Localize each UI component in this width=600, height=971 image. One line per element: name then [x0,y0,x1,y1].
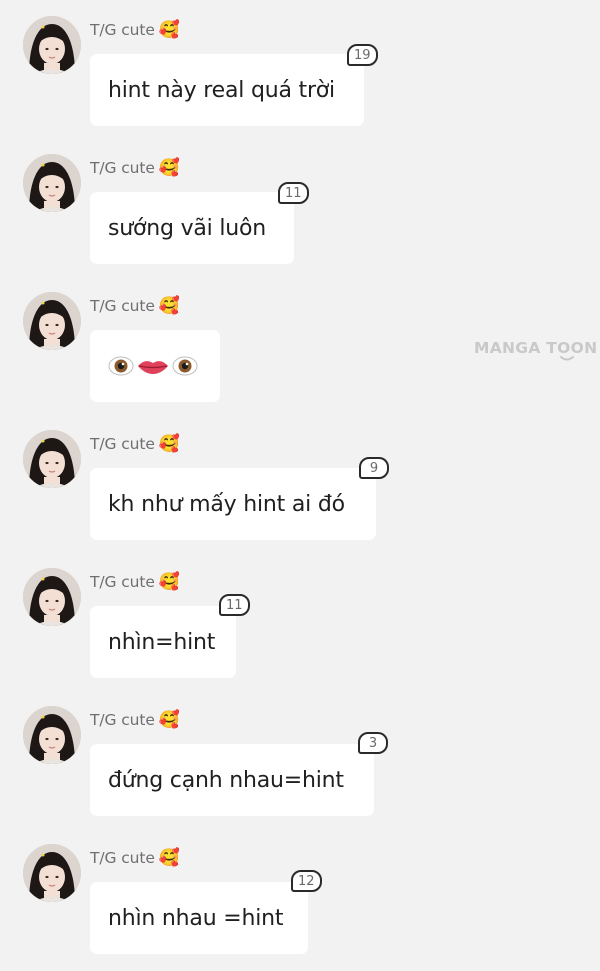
chat-message: T/G cute 🥰 nhìn nhau =hint 12 [0,828,600,958]
like-count: 12 [298,873,315,889]
sender-name-row: T/G cute 🥰 [90,708,180,732]
chat-message: T/G cute 🥰 nhìn=hint 11 [0,552,600,682]
smiling-face-with-hearts-icon: 🥰 [158,295,180,316]
user-photo-avatar [23,844,81,902]
sender-name-row: T/G cute 🥰 [90,156,180,180]
like-count: 11 [226,597,243,613]
like-count-badge[interactable]: 11 [278,182,309,204]
message-bubble[interactable]: nhìn=hint [90,606,236,678]
message-text: sướng vãi luôn [108,215,267,241]
sender-name: T/G cute [90,573,155,591]
eyes-mouth-emoji [108,353,198,379]
chat-message: T/G cute 🥰 kh như mấy hint ai đó 9 [0,414,600,544]
sender-name: T/G cute [90,21,155,39]
user-photo-avatar [23,706,81,764]
avatar[interactable] [23,706,81,764]
user-photo-avatar [23,430,81,488]
sender-name-row: T/G cute 🥰 [90,294,180,318]
watermark-text: MANGA TOON [474,339,598,357]
message-text: đứng cạnh nhau=hint [108,767,344,793]
like-count: 19 [354,47,371,63]
like-count: 3 [368,735,378,751]
watermark-smile-icon [560,356,574,361]
user-photo-avatar [23,292,81,350]
sender-name: T/G cute [90,435,155,453]
like-count-badge[interactable]: 11 [219,594,250,616]
like-count: 9 [369,460,379,476]
message-bubble[interactable]: 👁️👄👁️ [90,330,220,402]
chat-message: T/G cute 🥰 sướng vãi luôn 11 [0,138,600,268]
avatar[interactable] [23,292,81,350]
message-bubble[interactable]: đứng cạnh nhau=hint [90,744,374,816]
smiling-face-with-hearts-icon: 🥰 [158,19,180,40]
message-text: nhìn nhau =hint [108,905,284,931]
sender-name: T/G cute [90,297,155,315]
chat-message: T/G cute 🥰 hint này real quá trời 19 [0,0,600,130]
user-photo-avatar [23,568,81,626]
sender-name: T/G cute [90,711,155,729]
message-bubble[interactable]: nhìn nhau =hint [90,882,308,954]
sender-name-row: T/G cute 🥰 [90,846,180,870]
avatar[interactable] [23,844,81,902]
sender-name-row: T/G cute 🥰 [90,570,180,594]
smiling-face-with-hearts-icon: 🥰 [158,433,180,454]
sender-name: T/G cute [90,849,155,867]
like-count-badge[interactable]: 9 [359,457,389,479]
sender-name: T/G cute [90,159,155,177]
message-bubble[interactable]: sướng vãi luôn [90,192,294,264]
smiling-face-with-hearts-icon: 🥰 [158,157,180,178]
sender-name-row: T/G cute 🥰 [90,18,180,42]
message-bubble[interactable]: kh như mấy hint ai đó [90,468,376,540]
message-bubble[interactable]: hint này real quá trời [90,54,364,126]
message-text: nhìn=hint [108,629,216,655]
message-text: hint này real quá trời [108,77,335,103]
avatar[interactable] [23,16,81,74]
avatar[interactable] [23,430,81,488]
smiling-face-with-hearts-icon: 🥰 [158,847,180,868]
sender-name-row: T/G cute 🥰 [90,432,180,456]
like-count: 11 [285,185,302,201]
smiling-face-with-hearts-icon: 🥰 [158,709,180,730]
like-count-badge[interactable]: 12 [291,870,322,892]
smiling-face-with-hearts-icon: 🥰 [158,571,180,592]
user-photo-avatar [23,154,81,212]
user-photo-avatar [23,16,81,74]
watermark: MANGA TOON [474,338,598,368]
chat-message-list: T/G cute 🥰 hint này real quá trời 19 T/G… [0,0,600,971]
chat-message: T/G cute 🥰 đứng cạnh nhau=hint 3 [0,690,600,820]
like-count-badge[interactable]: 19 [347,44,378,66]
message-text: kh như mấy hint ai đó [108,491,345,517]
eye-lips-eye-icon [108,356,198,376]
avatar[interactable] [23,154,81,212]
like-count-badge[interactable]: 3 [358,732,388,754]
avatar[interactable] [23,568,81,626]
